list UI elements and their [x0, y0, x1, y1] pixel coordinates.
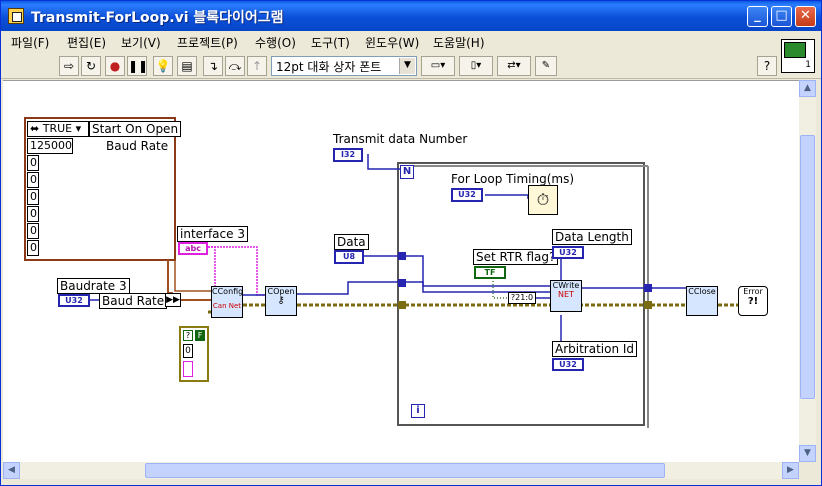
error-handler-subvi[interactable]: Error ?!	[738, 286, 768, 316]
distribute-objects-icon[interactable]: ▯▾	[459, 56, 493, 76]
arbitration-id-terminal[interactable]: U32	[552, 358, 584, 371]
horizontal-scroll-thumb[interactable]	[145, 463, 665, 478]
font-select-value: 12pt 대화 상자 폰트	[276, 60, 382, 74]
set-rtr-label: Set RTR flag?	[473, 249, 559, 265]
cconfig-subvi[interactable]: CConfig Can Net	[211, 286, 243, 318]
metronome-icon[interactable]: ⏱	[528, 185, 558, 215]
loop-count-terminal[interactable]: N	[400, 165, 414, 179]
run-continuous-icon[interactable]: ↻	[81, 56, 101, 76]
maximize-button[interactable]: □	[771, 6, 792, 27]
error-handler-sub: ?!	[747, 296, 759, 307]
vi-icon-graph	[784, 42, 806, 58]
type-convert-node[interactable]: ?21:0	[508, 292, 536, 304]
for-loop-timing-label: For Loop Timing(ms)	[451, 172, 574, 186]
clean-up-icon[interactable]: ✎	[535, 56, 557, 76]
cwrite-subvi[interactable]: CWrite NET	[550, 280, 582, 312]
array-selector-icon: ⬌	[30, 122, 40, 135]
title-bar[interactable]: Transmit-ForLoop.vi 블록다이어그램 _ □ ✕	[1, 1, 821, 31]
array-selector-value: TRUE	[42, 122, 73, 135]
data-label: Data	[334, 234, 369, 250]
retain-wire-values-icon[interactable]: ▤	[177, 56, 197, 76]
cluster-status-q: ?	[183, 330, 193, 341]
block-diagram-canvas[interactable]: ⬌ TRUE ▾ Start On Open 125000 Baud Rate …	[3, 80, 799, 462]
labview-block-diagram-window: Transmit-ForLoop.vi 블록다이어그램 _ □ ✕ 파일(F) …	[0, 0, 822, 486]
app-icon[interactable]	[8, 8, 24, 24]
step-over-icon[interactable]: ⤼	[225, 56, 245, 76]
scroll-down-icon[interactable]: ▼	[799, 445, 816, 462]
scroll-left-icon[interactable]: ◀	[3, 462, 20, 479]
window-title: Transmit-ForLoop.vi 블록다이어그램	[31, 10, 284, 26]
step-out-icon[interactable]: ↑	[247, 56, 267, 76]
cconfig-sub-label: Can Net	[212, 302, 242, 310]
chevron-down-icon[interactable]: ▼	[399, 58, 415, 74]
arbitration-id-label: Arbitration Id	[552, 341, 638, 357]
data-length-label: Data Length	[552, 229, 632, 245]
toolbar: ⇨ ↻ ● ❚❚ 💡 ▤ ↴ ⤼ ↑ 12pt 대화 상자 폰트 ▼ ▭▾ ▯▾…	[1, 53, 821, 79]
menu-project[interactable]: 프로젝트(P)	[177, 34, 238, 51]
scroll-right-icon[interactable]: ▶	[782, 462, 799, 479]
data-length-terminal[interactable]: U32	[552, 246, 584, 259]
menu-edit[interactable]: 편집(E)	[67, 34, 106, 51]
cluster-source-string	[183, 361, 193, 377]
menu-window[interactable]: 윈도우(W)	[365, 34, 419, 51]
cwrite-sub-label: NET	[558, 290, 574, 299]
reorder-icon[interactable]: ⇄▾	[497, 56, 531, 76]
cclose-subvi[interactable]: CClose	[686, 286, 718, 316]
menu-view[interactable]: 보기(V)	[121, 34, 161, 51]
array-item[interactable]: 125000	[27, 138, 73, 154]
menu-file[interactable]: 파일(F)	[11, 34, 49, 51]
for-loop-timing-terminal[interactable]: U32	[451, 188, 483, 202]
set-rtr-terminal[interactable]: TF	[474, 266, 506, 279]
array-item[interactable]: 0	[27, 206, 39, 222]
interface-terminal[interactable]: abc	[178, 242, 208, 255]
menu-tools[interactable]: 도구(T)	[311, 34, 350, 51]
array-baud-rate-label: Baud Rate	[106, 139, 169, 153]
start-on-open-label: Start On Open	[89, 121, 182, 137]
step-into-icon[interactable]: ↴	[203, 56, 223, 76]
interface-label: interface 3	[177, 226, 248, 242]
vi-icon-number: 1	[805, 60, 811, 70]
close-button[interactable]: ✕	[795, 6, 816, 27]
menu-operate[interactable]: 수행(O)	[255, 34, 296, 51]
vertical-scroll-thumb[interactable]	[800, 135, 815, 399]
highlight-execution-icon[interactable]: 💡	[153, 56, 173, 76]
array-item[interactable]: 0	[27, 172, 39, 188]
context-help-button[interactable]: ?	[757, 56, 777, 76]
horizontal-scrollbar[interactable]: ◀ ▶	[3, 462, 799, 479]
font-select[interactable]: 12pt 대화 상자 폰트 ▼	[271, 56, 417, 76]
transmit-data-number-label: Transmit data Number	[333, 132, 468, 146]
loop-iteration-terminal[interactable]: i	[411, 404, 425, 418]
array-item[interactable]: 0	[27, 223, 39, 239]
array-index-selector[interactable]: ⬌ TRUE ▾	[27, 121, 89, 137]
bundle-baud-rate-label: Baud Rate	[99, 293, 168, 309]
transmit-data-number-terminal[interactable]: I32	[333, 148, 363, 162]
cconfig-label: CConfig	[212, 287, 244, 296]
bundle-node[interactable]: ▶▶	[165, 293, 181, 307]
array-item[interactable]: 0	[27, 155, 39, 171]
data-terminal[interactable]: U8	[334, 250, 364, 264]
run-arrow-icon[interactable]: ⇨	[59, 56, 79, 76]
vertical-scrollbar[interactable]: ▲ ▼	[799, 80, 816, 462]
error-cluster-constant[interactable]: ? F 0	[179, 326, 209, 382]
minimize-button[interactable]: _	[747, 6, 768, 27]
copen-subvi[interactable]: COpen ⚷	[265, 286, 297, 316]
baudrate-label: Baudrate 3	[57, 278, 130, 294]
array-item[interactable]: 0	[27, 240, 39, 256]
cluster-status-f: F	[195, 330, 205, 341]
scroll-up-icon[interactable]: ▲	[799, 80, 816, 97]
cwrite-label: CWrite	[552, 281, 580, 290]
baudrate-terminal[interactable]: U32	[58, 294, 90, 307]
menu-bar: 파일(F) 편집(E) 보기(V) 프로젝트(P) 수행(O) 도구(T) 윈도…	[1, 31, 821, 53]
align-objects-icon[interactable]: ▭▾	[421, 56, 455, 76]
vi-icon[interactable]: 1	[781, 39, 815, 73]
cclose-label: CClose	[688, 287, 716, 296]
pause-icon[interactable]: ❚❚	[127, 56, 148, 76]
size-grip[interactable]	[799, 462, 816, 479]
abort-icon[interactable]: ●	[105, 56, 125, 76]
menu-help[interactable]: 도움말(H)	[433, 34, 485, 51]
key-icon: ⚷	[277, 295, 285, 306]
cluster-code: 0	[183, 344, 193, 358]
array-item[interactable]: 0	[27, 189, 39, 205]
